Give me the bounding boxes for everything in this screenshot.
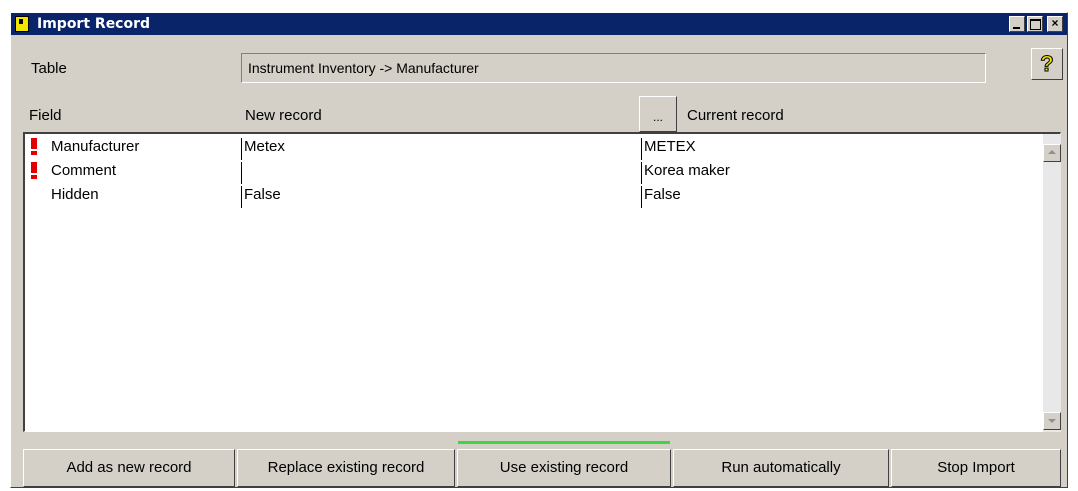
browse-record-button[interactable]: ... <box>639 96 677 132</box>
scroll-up-icon[interactable] <box>1043 144 1061 162</box>
column-header-current-record: Current record <box>687 107 784 124</box>
import-record-window: Import Record × Table Instrument Invento… <box>10 12 1068 488</box>
new-value[interactable] <box>241 162 244 184</box>
new-value[interactable]: Metex <box>241 138 285 160</box>
help-icon: ? <box>1040 51 1054 76</box>
scroll-down-icon[interactable] <box>1043 412 1061 430</box>
current-value[interactable]: Korea maker <box>641 162 730 184</box>
use-existing-record-button[interactable]: Use existing record <box>457 449 671 487</box>
stop-import-button[interactable]: Stop Import <box>891 449 1061 487</box>
field-name: Manufacturer <box>51 138 140 155</box>
current-value[interactable]: False <box>641 186 681 208</box>
default-action-indicator <box>458 441 670 444</box>
close-button[interactable]: × <box>1047 16 1063 32</box>
replace-existing-record-button[interactable]: Replace existing record <box>237 449 455 487</box>
new-value[interactable]: False <box>241 186 281 208</box>
minimize-button[interactable] <box>1009 16 1025 32</box>
column-header-new-record: New record <box>245 107 322 124</box>
warning-icon <box>31 138 37 156</box>
table-row[interactable]: Hidden False False <box>25 184 1035 208</box>
record-grid: Manufacturer Metex METEX Comment Korea m… <box>23 132 1061 432</box>
window-title: Import Record <box>37 16 151 32</box>
vertical-scrollbar[interactable] <box>1043 134 1061 432</box>
app-icon <box>15 16 29 32</box>
current-value[interactable]: METEX <box>641 138 696 160</box>
table-label: Table <box>31 60 67 77</box>
table-field: Instrument Inventory -> Manufacturer <box>241 53 986 83</box>
warning-icon <box>31 162 37 180</box>
run-automatically-button[interactable]: Run automatically <box>673 449 889 487</box>
table-row[interactable]: Manufacturer Metex METEX <box>25 136 1035 160</box>
help-button[interactable]: ? <box>1031 48 1063 80</box>
field-name: Hidden <box>51 186 99 203</box>
title-bar[interactable]: Import Record × <box>11 13 1067 35</box>
column-header-field: Field <box>29 107 62 124</box>
table-row[interactable]: Comment Korea maker <box>25 160 1035 184</box>
maximize-button[interactable] <box>1027 16 1043 32</box>
field-name: Comment <box>51 162 117 179</box>
add-new-record-button[interactable]: Add as new record <box>23 449 235 487</box>
